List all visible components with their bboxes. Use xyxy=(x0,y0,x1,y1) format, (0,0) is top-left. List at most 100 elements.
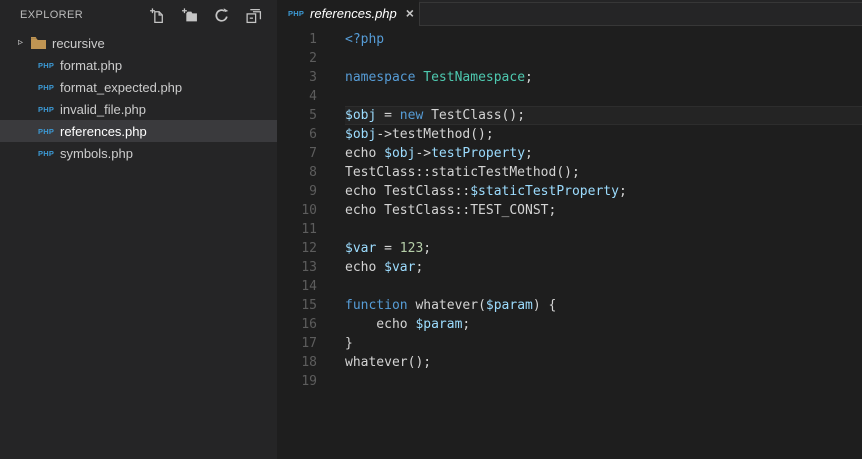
code-line-3[interactable]: 3 namespace TestNamespace; xyxy=(277,68,862,87)
token: ; xyxy=(462,317,471,332)
file-tree: ▹ recursive PHP format.php PHP format_expec… xyxy=(0,30,277,164)
file-name: references.php xyxy=(60,123,147,139)
token: } xyxy=(345,336,353,351)
code-line-content[interactable]: $obj->testMethod(); xyxy=(345,125,862,144)
line-number[interactable]: 9 xyxy=(277,182,317,201)
code-line-18[interactable]: 18 whatever(); xyxy=(277,353,862,372)
line-number[interactable]: 10 xyxy=(277,201,317,220)
code-line-content[interactable] xyxy=(345,220,862,239)
chevron-right-icon: ▹ xyxy=(18,37,24,48)
explorer-title: EXPLORER xyxy=(20,9,84,21)
code-line-content[interactable]: function whatever($param) { xyxy=(345,296,862,315)
code-line-2[interactable]: 2 xyxy=(277,49,862,68)
php-file-icon: PHP xyxy=(38,82,55,92)
token: $obj xyxy=(345,127,377,142)
tree-file-references-php[interactable]: PHP references.php xyxy=(0,120,277,142)
line-number[interactable]: 15 xyxy=(277,296,317,315)
line-number[interactable]: 1 xyxy=(277,30,317,49)
tab-bar-empty-area xyxy=(419,2,862,26)
code-line-6[interactable]: 6 $obj->testMethod(); xyxy=(277,125,862,144)
code-line-content[interactable] xyxy=(345,277,862,296)
php-file-icon: PHP xyxy=(38,148,55,158)
new-folder-button[interactable] xyxy=(181,7,198,24)
code-line-16[interactable]: 16 echo $param; xyxy=(277,315,862,334)
tree-file-symbols-php[interactable]: PHP symbols.php xyxy=(0,142,277,164)
line-number[interactable]: 8 xyxy=(277,163,317,182)
code-line-13[interactable]: 13 echo $var; xyxy=(277,258,862,277)
new-file-button[interactable] xyxy=(149,7,166,24)
token: $param xyxy=(415,317,463,332)
code-line-content[interactable]: echo TestClass::TEST_CONST; xyxy=(345,201,862,220)
tab-bar: PHP references.php × xyxy=(277,0,862,26)
new-file-icon xyxy=(149,7,166,24)
line-number[interactable]: 3 xyxy=(277,68,317,87)
token: ->testMethod(); xyxy=(376,127,494,142)
refresh-icon xyxy=(213,7,230,24)
code-line-7[interactable]: 7 echo $obj->testProperty; xyxy=(277,144,862,163)
code-line-8[interactable]: 8 TestClass::staticTestMethod(); xyxy=(277,163,862,182)
code-line-content[interactable]: echo $param; xyxy=(345,315,862,334)
line-number[interactable]: 2 xyxy=(277,49,317,68)
code-line-11[interactable]: 11 xyxy=(277,220,862,239)
code-line-content[interactable] xyxy=(345,49,862,68)
line-number[interactable]: 4 xyxy=(277,87,317,106)
code-line-15[interactable]: 15 function whatever($param) { xyxy=(277,296,862,315)
code-line-content[interactable]: echo TestClass::$staticTestProperty; xyxy=(345,182,862,201)
code-line-14[interactable]: 14 xyxy=(277,277,862,296)
code-line-10[interactable]: 10 echo TestClass::TEST_CONST; xyxy=(277,201,862,220)
token: ; xyxy=(423,241,432,256)
code-line-9[interactable]: 9 echo TestClass::$staticTestProperty; xyxy=(277,182,862,201)
code-line-content[interactable] xyxy=(345,87,862,106)
token: function xyxy=(345,298,408,313)
token: ; xyxy=(525,146,533,161)
tab-references-php[interactable]: PHP references.php × xyxy=(277,0,419,26)
tree-file-format_expected-php[interactable]: PHP format_expected.php xyxy=(0,76,277,98)
token: $staticTestProperty xyxy=(470,184,619,199)
line-number[interactable]: 13 xyxy=(277,258,317,277)
line-number[interactable]: 11 xyxy=(277,220,317,239)
line-number[interactable]: 14 xyxy=(277,277,317,296)
tree-file-invalid_file-php[interactable]: PHP invalid_file.php xyxy=(0,98,277,120)
code-line-content[interactable]: TestClass::staticTestMethod(); xyxy=(345,163,862,182)
code-editor[interactable]: 1 <?php 2 3 namespace TestNamespace; 4 5 $obj =… xyxy=(277,26,862,459)
tree-file-format-php[interactable]: PHP format.php xyxy=(0,54,277,76)
code-line-content[interactable]: namespace TestNamespace; xyxy=(345,68,862,87)
collapse-all-icon xyxy=(245,7,262,24)
token: TestNamespace xyxy=(423,70,526,85)
file-name: symbols.php xyxy=(60,145,133,161)
line-number[interactable]: 16 xyxy=(277,315,317,334)
explorer-header: EXPLORER xyxy=(0,0,277,30)
code-line-1[interactable]: 1 <?php xyxy=(277,30,862,49)
code-line-content[interactable]: echo $obj->testProperty; xyxy=(345,144,862,163)
code-line-content[interactable]: $obj = new TestClass(); xyxy=(345,106,862,125)
token: TestClass::staticTestMethod(); xyxy=(345,165,580,180)
code-line-content[interactable]: } xyxy=(345,334,862,353)
code-line-content[interactable]: <?php xyxy=(345,30,862,49)
collapse-all-button[interactable] xyxy=(245,7,262,24)
code-line-4[interactable]: 4 xyxy=(277,87,862,106)
refresh-button[interactable] xyxy=(213,7,230,24)
line-number[interactable]: 19 xyxy=(277,372,317,391)
code-line-content[interactable]: echo $var; xyxy=(345,258,862,277)
token: $param xyxy=(485,298,533,313)
php-file-icon: PHP xyxy=(38,60,55,70)
line-number[interactable]: 17 xyxy=(277,334,317,353)
code-line-content[interactable] xyxy=(345,372,862,391)
token: ; xyxy=(525,70,533,85)
code-line-17[interactable]: 17} xyxy=(277,334,862,353)
token: <?php xyxy=(345,32,385,47)
code-line-19[interactable]: 19 xyxy=(277,372,862,391)
code-line-content[interactable]: $var = 123; xyxy=(345,239,862,258)
close-icon[interactable]: × xyxy=(406,6,414,20)
code-line-12[interactable]: 12 $var = 123; xyxy=(277,239,862,258)
line-number[interactable]: 6 xyxy=(277,125,317,144)
line-number[interactable]: 7 xyxy=(277,144,317,163)
tree-folder-recursive[interactable]: ▹ recursive xyxy=(0,32,277,54)
token: echo TestClass:: xyxy=(345,184,471,199)
code-line-content[interactable]: whatever(); xyxy=(345,353,862,372)
line-number[interactable]: 12 xyxy=(277,239,317,258)
code-line-5[interactable]: 5 $obj = new TestClass(); xyxy=(277,106,862,125)
file-name: invalid_file.php xyxy=(60,101,147,117)
line-number[interactable]: 5 xyxy=(277,106,317,125)
line-number[interactable]: 18 xyxy=(277,353,317,372)
